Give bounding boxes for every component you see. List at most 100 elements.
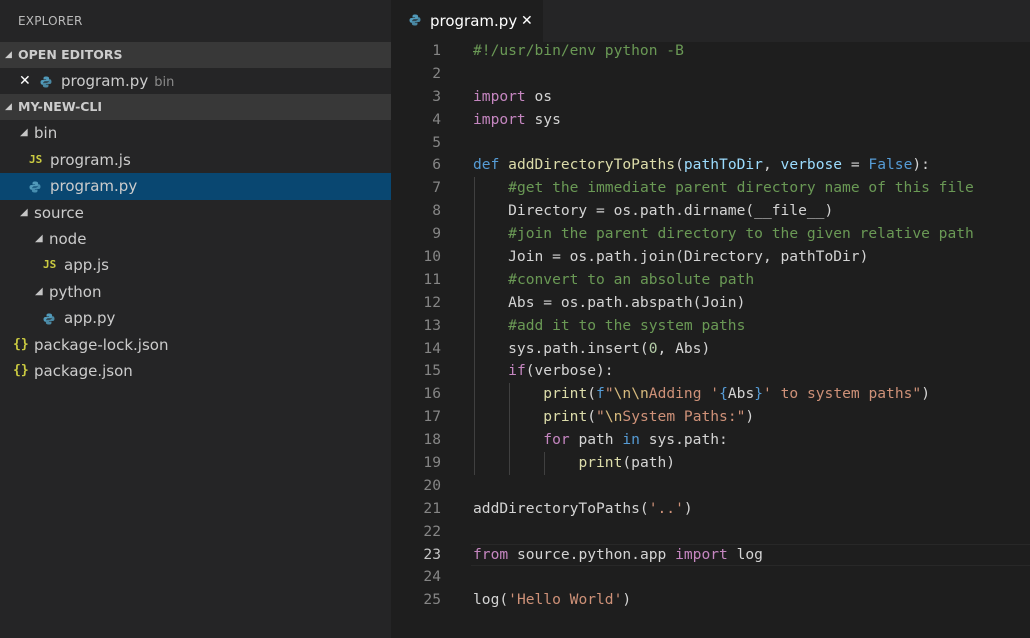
code-text: Abs = os.path.abspath(Join) (473, 292, 745, 315)
code-token: import (675, 545, 728, 563)
code-line[interactable]: 8 Directory = os.path.dirname(__file__) (391, 200, 1030, 224)
code-token: source.python.app (508, 545, 676, 563)
code-token: , Abs) (657, 339, 711, 357)
code-token: ( (587, 385, 597, 403)
code-line[interactable]: 16 print(f"\n\nAdding '{Abs}' to system … (391, 383, 1030, 407)
line-number: 23 (423, 545, 441, 563)
code-token: ) (921, 385, 930, 403)
code-text: from source.python.app import log (473, 544, 763, 567)
code-line[interactable]: 20 (391, 475, 1030, 498)
chevron-down-icon: ◢ (35, 232, 43, 244)
code-line[interactable]: 13 #add it to the system paths (391, 314, 1030, 338)
tree-item-bin[interactable]: ◢ bin (0, 120, 391, 146)
code-line[interactable]: 11 #convert to an absolute path (391, 268, 1030, 292)
code-token: from (473, 545, 509, 563)
json-icon: {} (13, 336, 29, 352)
open-editor-item[interactable]: ✕ program.py bin (0, 68, 391, 94)
code-line[interactable]: 5 (391, 132, 1030, 155)
code-text: #join the parent directory to the given … (473, 223, 974, 246)
line-number: 11 (423, 270, 441, 288)
python-icon (40, 68, 52, 94)
code-editor[interactable]: 1 #!/usr/bin/env python -B 2 3 import os 4 imp… (391, 40, 1030, 612)
code-token: False (868, 156, 913, 174)
tab-close-icon[interactable]: ✕ (521, 0, 533, 42)
chevron-down-icon: ◢ (5, 50, 12, 60)
close-icon[interactable]: ✕ (19, 68, 31, 94)
tree-item-source[interactable]: ◢ source (0, 200, 391, 226)
code-token: log( (473, 591, 509, 609)
code-line[interactable]: 3 import os (391, 86, 1030, 109)
javascript-icon: JS (29, 152, 43, 166)
tree-item-node[interactable]: ◢ node (0, 226, 391, 252)
javascript-icon: JS (43, 258, 57, 272)
code-token: (path) (622, 454, 676, 472)
code-line[interactable]: 4 import sys (391, 109, 1030, 132)
code-text: for path in sys.path: (473, 429, 728, 452)
code-line[interactable]: 18 for path in sys.path: (391, 429, 1030, 453)
code-token: if (508, 362, 526, 380)
code-line[interactable]: 24 (391, 566, 1030, 589)
tree-item-program-py[interactable]: program.py (0, 173, 391, 200)
code-token: { (719, 385, 728, 403)
code-line[interactable]: 22 (391, 521, 1030, 544)
tree-item-python[interactable]: ◢ python (0, 279, 391, 305)
code-token: print (578, 454, 623, 472)
code-token: Abs (727, 385, 755, 403)
open-editors-header[interactable]: ◢ OPEN EDITORS (0, 42, 391, 68)
code-line[interactable]: 6 def addDirectoryToPaths(pathToDir, verb… (391, 154, 1030, 177)
line-number: 18 (423, 431, 441, 449)
code-token: for (543, 431, 570, 449)
code-line[interactable]: 17 print("\nSystem Paths:") (391, 406, 1030, 430)
code-text: #convert to an absolute path (473, 269, 754, 292)
code-token: 0 (648, 339, 658, 357)
tree-item-app-py[interactable]: app.py (0, 305, 391, 331)
tree-item-package-lock-json[interactable]: {} package-lock.json (0, 332, 391, 358)
code-token: , (762, 156, 781, 174)
code-line[interactable]: 1 #!/usr/bin/env python -B (391, 40, 1030, 63)
code-token: 'Hello World' (508, 591, 623, 609)
code-token: print (543, 408, 588, 426)
project-header[interactable]: ◢ MY-NEW-CLI (0, 94, 391, 121)
code-line[interactable]: 2 (391, 63, 1030, 86)
code-line[interactable]: 25 log('Hello World') (391, 589, 1030, 612)
code-line[interactable]: 10 Join = os.path.join(Directory, pathTo… (391, 246, 1030, 269)
code-line[interactable]: 12 Abs = os.path.abspath(Join) (391, 291, 1030, 315)
code-token: ) (622, 591, 632, 609)
code-line[interactable]: 21 addDirectoryToPaths('..') (391, 498, 1030, 521)
tree-item-app-js[interactable]: JS app.js (0, 252, 391, 278)
code-token: System Paths:" (622, 408, 746, 426)
code-line[interactable]: 23 from source.python.app import log (391, 543, 1030, 567)
code-token: log (727, 545, 763, 563)
tree-item-label: node (49, 229, 87, 248)
tab-program-py[interactable]: program.py ✕ (391, 0, 543, 42)
code-text: Directory = os.path.dirname(__file__) (473, 200, 833, 223)
line-number: 19 (423, 454, 441, 472)
editor-area[interactable]: program.py ✕ 1 #!/usr/bin/env python -B 2 3… (391, 0, 1030, 638)
code-line[interactable]: 7 #get the immediate parent directory na… (391, 177, 1030, 201)
code-token: } (754, 385, 764, 403)
tree-item-label: source (34, 203, 84, 222)
code-text: #get the immediate parent directory name… (473, 177, 974, 200)
tree-item-program-js[interactable]: JS program.js (0, 147, 391, 173)
code-text: Join = os.path.join(Directory, pathToDir… (473, 246, 868, 269)
code-line[interactable]: 9 #join the parent directory to the give… (391, 223, 1030, 247)
tree-item-label: package-lock.json (34, 335, 169, 354)
code-token: sys.path.insert( (473, 339, 649, 357)
code-line[interactable]: 14 sys.path.insert(0, Abs) (391, 337, 1030, 361)
python-icon (43, 305, 55, 331)
python-icon (29, 173, 41, 199)
line-number: 12 (423, 293, 441, 311)
code-line[interactable]: 19 print(path) (391, 452, 1030, 475)
code-token: ): (912, 156, 930, 174)
json-icon: {} (13, 362, 29, 378)
code-line[interactable]: 15 if(verbose): (391, 360, 1030, 384)
tree-item-package-json[interactable]: {} package.json (0, 358, 391, 384)
code-token: #add it to the system paths (508, 316, 746, 334)
